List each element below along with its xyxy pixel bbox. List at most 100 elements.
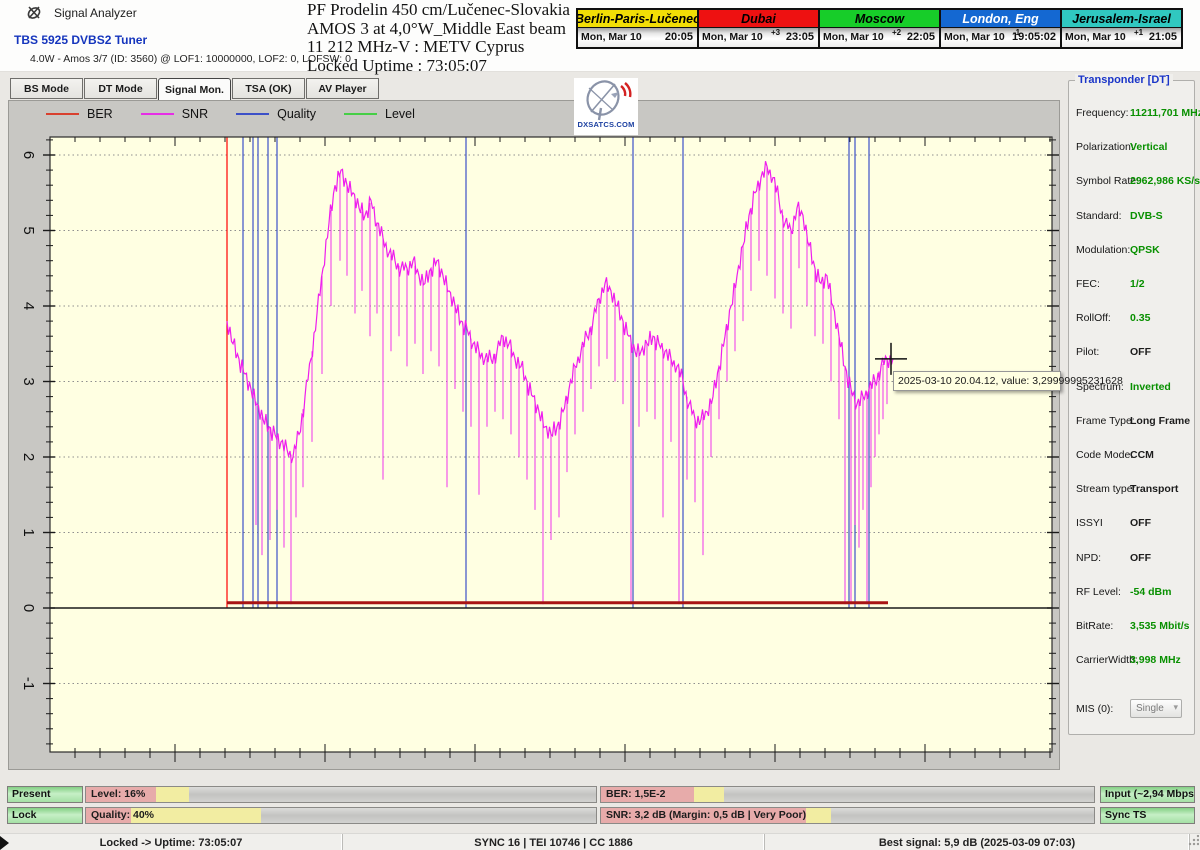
y-tick-label: 0 [20, 604, 37, 612]
annotation-line: AMOS 3 at 4,0°W_Middle East beam [307, 18, 566, 38]
satellite-dish-icon [586, 80, 632, 121]
y-tick-label: -1 [20, 677, 37, 690]
clock-date: Mon, Mar 10 [944, 31, 1005, 43]
y-tick-label: 1 [20, 528, 37, 536]
clock-city: London, Eng [941, 10, 1060, 28]
field-label: BitRate: [1076, 620, 1114, 632]
transponder-field-mis: MIS (0): Single ▾ [1076, 699, 1189, 718]
world-clock: Dubai Mon, Mar 10 +3 23:05 [697, 8, 820, 49]
tab-signal-mon[interactable]: Signal Mon. [158, 78, 231, 101]
transponder-field-polarization: Polarization: Vertical [1076, 141, 1189, 155]
field-value: 3,535 Mbit/s [1130, 620, 1190, 632]
transponder-field-issyi: ISSYI OFF [1076, 517, 1189, 531]
annotation-line: PF Prodelin 450 cm/Lučenec-Slovakia [307, 0, 570, 19]
y-tick-label: 2 [20, 453, 37, 461]
tuner-details: 4.0W - Amos 3/7 (ID: 3560) @ LOF1: 10000… [30, 53, 351, 65]
lock-indicator: Lock [7, 807, 83, 824]
clock-time: 19:05:02 [1011, 31, 1056, 43]
transponder-field-carrierwidth: CarrierWidth: 3,998 MHz [1076, 654, 1189, 668]
snr-bar-label: SNR: 3,2 dB (Margin: 0,5 dB | Very Poor) [606, 809, 807, 821]
field-label: Modulation: [1076, 243, 1131, 256]
field-value: 0.35 [1130, 312, 1151, 325]
clock-date: Mon, Mar 10 [1065, 31, 1126, 43]
transponder-field-frame-type: Frame Type: Long Frame [1076, 414, 1191, 429]
level-bar: Level: 16% [85, 786, 597, 803]
annotation-text: PF Prodelin 450 cm/Lučenec-Slovakia AMOS … [307, 0, 587, 75]
status-bar: Locked -> Uptime: 73:05:07 SYNC 16 | TEI… [0, 833, 1200, 850]
mis-value: Single [1136, 703, 1164, 714]
ber-bar-label: BER: 1,5E-2 [606, 788, 666, 800]
clock-city: Dubai [699, 10, 818, 28]
field-label: CarrierWidth: [1076, 654, 1138, 667]
annotation-line: 11 212 MHz-V : METV Cyprus [307, 37, 525, 56]
field-label: Frequency: [1076, 107, 1129, 119]
transponder-panel-title: Transponder [DT] [1075, 74, 1173, 86]
field-label: Polarization: [1076, 141, 1134, 154]
tuner-title: TBS 5925 DVBS2 Tuner [14, 33, 148, 47]
level-bar-label: Level: 16% [91, 788, 146, 800]
clock-time: 22:05 [906, 31, 935, 43]
field-value: 11211,701 MHz [1130, 107, 1200, 119]
field-value: Vertical [1130, 141, 1168, 154]
transponder-field-code-mode: Code Mode: CCM [1076, 449, 1189, 463]
field-value: Inverted [1130, 380, 1171, 393]
annotation-line: Locked Uptime : 73:05:07 [307, 55, 487, 75]
field-label: ISSYI [1076, 517, 1103, 530]
resize-grip[interactable] [1187, 835, 1199, 847]
clock-city: Jerusalem-Israel [1062, 10, 1181, 28]
world-clock: London, Eng Mon, Mar 10 -1 19:05:02 [939, 8, 1062, 49]
transponder-field-bitrate: BitRate: 3,535 Mbit/s [1076, 620, 1190, 634]
sync-ts-indicator: Sync TS [1100, 807, 1195, 824]
clock-date: Mon, Mar 10 [581, 31, 642, 43]
tab-bs-mode[interactable]: BS Mode [10, 78, 83, 99]
ber-bar: BER: 1,5E-2 [600, 786, 1095, 803]
field-value: CCM [1130, 449, 1154, 461]
field-label: NPD: [1076, 551, 1102, 564]
field-label: FEC: [1076, 278, 1100, 290]
tab-tsa-ok[interactable]: TSA (OK) [232, 78, 305, 99]
transponder-field-standard: Standard: DVB-S [1076, 210, 1189, 224]
clock-time: 21:05 [1148, 31, 1177, 43]
logo-text: DXSATCS.COM [577, 120, 635, 129]
field-label: Stream type: [1076, 483, 1136, 496]
clock-date: Mon, Mar 10 [823, 31, 884, 43]
window-title: Signal Analyzer [54, 6, 137, 20]
world-clocks: Berlin-Paris-Lučenec Mon, Mar 10 20:05 Duba… [576, 8, 1183, 49]
transponder-panel: Transponder [DT] Frequency: 11211,701 MHz… [1068, 74, 1200, 735]
world-clock: Berlin-Paris-Lučenec Mon, Mar 10 20:05 [576, 8, 699, 49]
y-tick-label: 5 [20, 226, 37, 234]
transponder-field-rolloff: RollOff: 0.35 [1076, 312, 1189, 326]
transponder-field-pilot: Pilot: OFF [1076, 346, 1189, 360]
transponder-field-symbol-rate: Symbol Rate: 2962,986 KS/s [1076, 175, 1200, 189]
field-value: 2962,986 KS/s [1130, 175, 1200, 188]
clock-utc-offset: +1 [1134, 28, 1144, 37]
field-value: DVB-S [1130, 209, 1163, 222]
field-value: 3,998 MHz [1130, 654, 1181, 667]
field-value: OFF [1130, 346, 1151, 359]
clock-utc-offset: +3 [771, 28, 781, 37]
status-sync-counters: SYNC 16 | TEI 10746 | CC 1886 [343, 834, 765, 850]
present-indicator: Present [7, 786, 83, 803]
clock-time: 23:05 [785, 31, 814, 43]
field-value: OFF [1130, 551, 1151, 564]
y-tick-label: 4 [20, 302, 37, 310]
tab-av-player[interactable]: AV Player [306, 78, 379, 99]
transponder-field-fec: FEC: 1/2 [1076, 278, 1189, 292]
field-label: Code Mode: [1076, 449, 1134, 461]
transponder-field-npd: NPD: OFF [1076, 552, 1189, 566]
clock-city: Berlin-Paris-Lučenec [578, 10, 697, 28]
transponder-field-stream-type: Stream type: Transport [1076, 483, 1189, 497]
field-label: MIS (0): [1076, 703, 1114, 715]
field-label: Frame Type: [1076, 414, 1135, 427]
mis-dropdown[interactable]: Single ▾ [1130, 699, 1182, 718]
tab-dt-mode[interactable]: DT Mode [84, 78, 157, 99]
field-value: QPSK [1130, 243, 1160, 256]
transponder-field-rf-level: RF Level: -54 dBm [1076, 586, 1189, 600]
quality-bar: Quality: 40% [85, 807, 597, 824]
clock-time: 20:05 [664, 31, 693, 43]
snr-chart[interactable]: 6 5 4 3 2 1 0 -1 [8, 100, 1060, 770]
mouse-cursor [0, 836, 9, 850]
chart-tooltip: 2025-03-10 20.04.12, value: 3,2999999523… [893, 371, 1123, 391]
field-value: Long Frame [1130, 414, 1191, 427]
y-tick-label: 6 [20, 151, 37, 159]
